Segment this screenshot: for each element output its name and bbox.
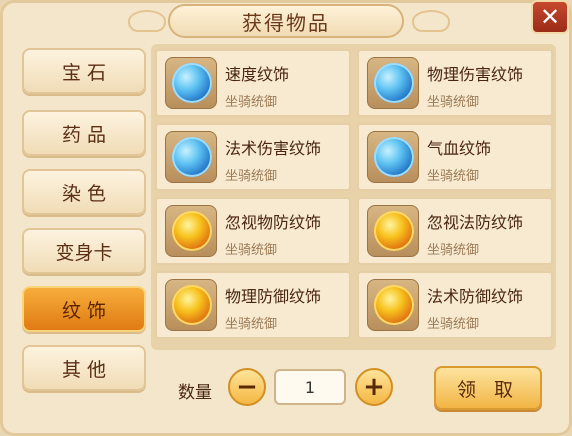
item-card[interactable]: 忽视物防纹饰 坐骑统御 bbox=[155, 197, 351, 265]
cloud-ornament-right bbox=[412, 10, 450, 32]
item-name: 法术伤害纹饰 bbox=[225, 139, 322, 158]
item-name: 忽视物防纹饰 bbox=[225, 213, 322, 232]
gold-ornament-icon bbox=[374, 285, 414, 325]
item-name: 忽视法防纹饰 bbox=[427, 213, 524, 232]
item-subtitle: 坐骑统御 bbox=[225, 169, 278, 184]
item-name: 物理防御纹饰 bbox=[225, 287, 322, 306]
item-icon-frame bbox=[367, 279, 419, 331]
category-tab-potions[interactable]: 药 品 bbox=[22, 110, 146, 156]
item-icon-frame bbox=[165, 205, 217, 257]
item-name: 物理伤害纹饰 bbox=[427, 65, 524, 84]
close-icon: ✕ bbox=[539, 3, 561, 31]
gold-ornament-icon bbox=[172, 211, 212, 251]
dialog-title: 获得物品 bbox=[242, 10, 330, 35]
blue-ornament-icon bbox=[172, 137, 212, 177]
item-icon-frame bbox=[165, 279, 217, 331]
plus-icon: + bbox=[363, 372, 385, 402]
item-subtitle: 坐骑统御 bbox=[427, 169, 480, 184]
reward-dialog: 获得物品 ✕ 宝 石 药 品 染 色 变身卡 纹 饰 其 他 速度纹饰 坐骑统御… bbox=[0, 0, 572, 436]
item-subtitle: 坐骑统御 bbox=[427, 95, 480, 110]
blue-ornament-icon bbox=[374, 63, 414, 103]
minus-icon: − bbox=[236, 372, 258, 402]
item-grid: 速度纹饰 坐骑统御 物理伤害纹饰 坐骑统御 法术伤害纹饰 坐骑统御 气血纹饰 坐… bbox=[151, 44, 556, 350]
item-icon-frame bbox=[367, 131, 419, 183]
blue-ornament-icon bbox=[374, 137, 414, 177]
category-tab-transform-cards[interactable]: 变身卡 bbox=[22, 228, 146, 274]
item-subtitle: 坐骑统御 bbox=[225, 243, 278, 258]
cloud-ornament-left bbox=[128, 10, 166, 32]
category-tab-other[interactable]: 其 他 bbox=[22, 345, 146, 391]
close-button[interactable]: ✕ bbox=[531, 0, 569, 34]
item-subtitle: 坐骑统御 bbox=[427, 243, 480, 258]
item-icon-frame bbox=[367, 205, 419, 257]
item-name: 法术防御纹饰 bbox=[427, 287, 524, 306]
item-subtitle: 坐骑统御 bbox=[225, 317, 278, 332]
category-tab-dyes[interactable]: 染 色 bbox=[22, 169, 146, 215]
item-subtitle: 坐骑统御 bbox=[225, 95, 278, 110]
item-subtitle: 坐骑统御 bbox=[427, 317, 480, 332]
item-card[interactable]: 忽视法防纹饰 坐骑统御 bbox=[357, 197, 553, 265]
quantity-label: 数量 bbox=[178, 383, 212, 403]
category-tab-gems[interactable]: 宝 石 bbox=[22, 48, 146, 94]
increase-quantity-button[interactable]: + bbox=[355, 368, 393, 406]
blue-ornament-icon bbox=[172, 63, 212, 103]
title-plate: 获得物品 bbox=[168, 4, 404, 38]
gold-ornament-icon bbox=[374, 211, 414, 251]
item-card[interactable]: 速度纹饰 坐骑统御 bbox=[155, 49, 351, 117]
item-name: 速度纹饰 bbox=[225, 65, 290, 84]
item-name: 气血纹饰 bbox=[427, 139, 492, 158]
category-tab-ornaments[interactable]: 纹 饰 bbox=[22, 286, 146, 332]
claim-button[interactable]: 领 取 bbox=[434, 366, 542, 410]
item-card[interactable]: 物理伤害纹饰 坐骑统御 bbox=[357, 49, 553, 117]
item-icon-frame bbox=[165, 131, 217, 183]
decrease-quantity-button[interactable]: − bbox=[228, 368, 266, 406]
item-card[interactable]: 法术伤害纹饰 坐骑统御 bbox=[155, 123, 351, 191]
item-icon-frame bbox=[367, 57, 419, 109]
item-card[interactable]: 气血纹饰 坐骑统御 bbox=[357, 123, 553, 191]
quantity-input[interactable] bbox=[274, 369, 346, 405]
item-card[interactable]: 物理防御纹饰 坐骑统御 bbox=[155, 271, 351, 339]
item-card[interactable]: 法术防御纹饰 坐骑统御 bbox=[357, 271, 553, 339]
title-bar: 获得物品 bbox=[0, 0, 572, 40]
gold-ornament-icon bbox=[172, 285, 212, 325]
item-icon-frame bbox=[165, 57, 217, 109]
